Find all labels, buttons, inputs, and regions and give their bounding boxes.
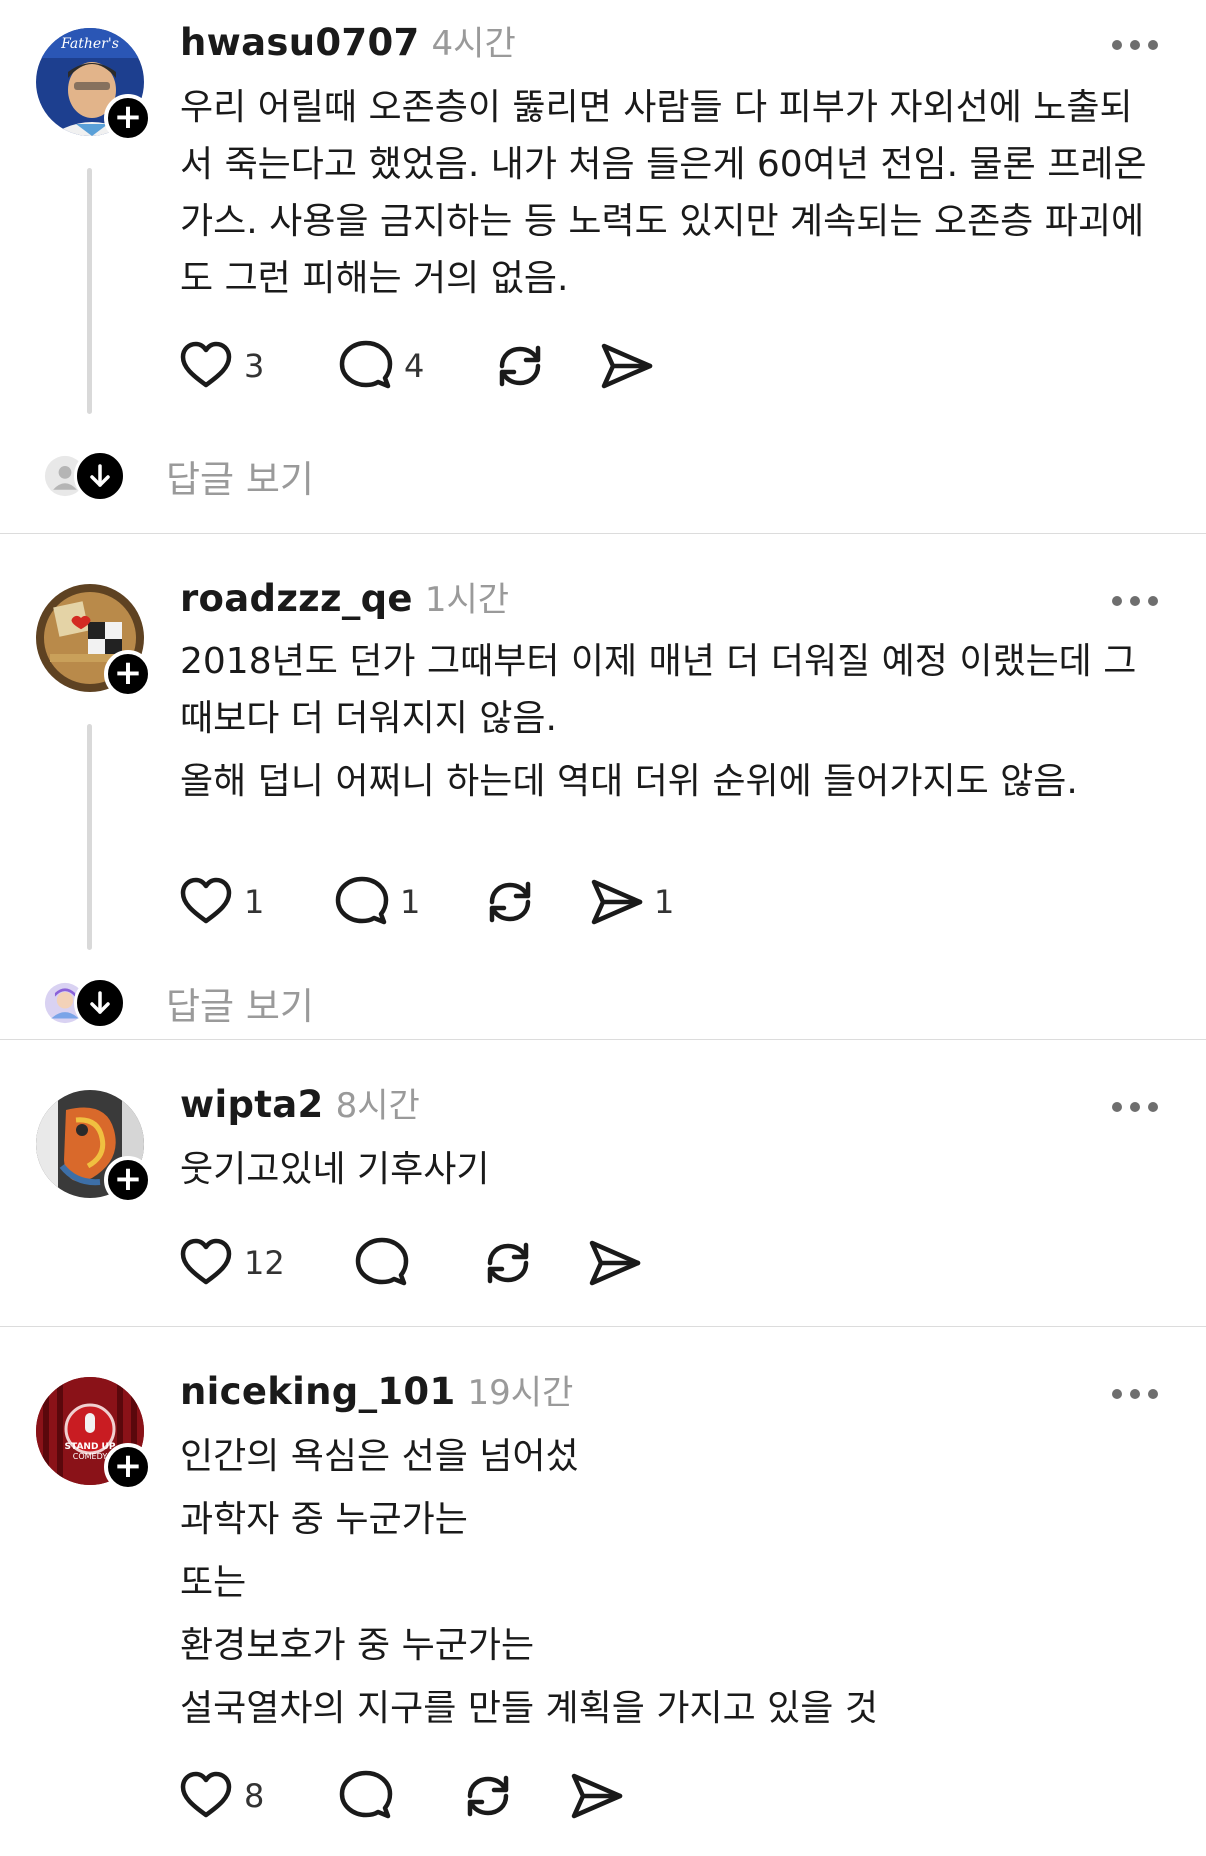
like-button[interactable]: 1 [176, 872, 264, 932]
more-icon[interactable] [1112, 593, 1158, 609]
follow-button[interactable]: + [104, 94, 152, 142]
text-line: 과학자 중 누군가는 [180, 1499, 468, 1540]
heart-icon [180, 341, 232, 388]
heart-icon [180, 1238, 232, 1285]
thread-line [87, 724, 92, 950]
comment-button[interactable] [336, 1766, 396, 1826]
text-line: 인간의 욕심은 선을 넘어섰 [180, 1436, 579, 1477]
post-header: niceking_101 19시간 [180, 1365, 573, 1415]
like-count: 3 [244, 347, 265, 385]
text-line: 우리 어릴때 오존층이 뚫리면 사람들 다 피부가 자외선에 노출되 [180, 87, 1133, 128]
username[interactable]: wipta2 [180, 1083, 324, 1126]
share-icon [601, 343, 653, 389]
post-niceking_101: STAND UP COMEDY + niceking_101 19시간 인간의 … [0, 1327, 1206, 1856]
arrow-down-icon [74, 977, 126, 1029]
arrow-down-icon [74, 450, 126, 502]
like-button[interactable]: 3 [176, 336, 264, 396]
text-line: 때보다 더 더워지지 않음. [180, 698, 557, 739]
heart-icon [180, 877, 232, 924]
comment-count: 4 [404, 347, 425, 385]
post-header: roadzzz_qe 1시간 [180, 572, 509, 622]
plus-icon: + [113, 1158, 143, 1199]
text-line: 설국열차의 지구를 만들 계획을 가지고 있을 것 [180, 1688, 878, 1729]
more-icon[interactable] [1112, 37, 1158, 53]
repost-button[interactable] [480, 872, 540, 932]
view-replies-label: 답글 보기 [166, 458, 314, 501]
comment-button[interactable]: 4 [336, 336, 424, 396]
timestamp: 8시간 [335, 1086, 420, 1126]
timestamp: 1시간 [424, 580, 510, 620]
view-replies[interactable]: 답글 보기 [42, 448, 314, 504]
text-line: 서 죽는다고 했었음. 내가 처음 들은게 60여년 전임. 물론 프레온 [180, 144, 1147, 185]
post-text: 웃기고있네 기후사기 [180, 1141, 1180, 1198]
comment-button[interactable] [352, 1233, 412, 1293]
repost-button[interactable] [458, 1766, 518, 1826]
comment-icon [339, 1770, 393, 1819]
like-count: 1 [244, 883, 265, 921]
like-button[interactable]: 12 [176, 1233, 285, 1293]
username[interactable]: niceking_101 [180, 1370, 456, 1413]
text-line: 가스. 사용을 금지하는 등 노력도 있지만 계속되는 오존층 파괴에 [180, 201, 1145, 242]
share-button[interactable] [596, 336, 664, 396]
username[interactable]: hwasu0707 [180, 21, 420, 64]
comment-icon [355, 1237, 409, 1286]
more-icon[interactable] [1112, 1099, 1158, 1115]
comment-count: 1 [400, 883, 421, 921]
repost-button[interactable] [490, 336, 550, 396]
timestamp: 19시간 [467, 1373, 574, 1413]
post-hwasu0707: Father's + hwasu0707 4시간 우리 어릴때 오존층이 뚫리면… [0, 0, 1206, 533]
view-replies[interactable]: 답글 보기 [42, 975, 314, 1031]
text-line: 도 그런 피해는 거의 없음. [180, 258, 569, 299]
plus-icon: + [113, 1445, 143, 1486]
timestamp: 4시간 [431, 24, 516, 64]
comment-icon [335, 876, 389, 925]
post-text: 우리 어릴때 오존층이 뚫리면 사람들 다 피부가 자외선에 노출되 서 죽는다… [180, 79, 1180, 307]
follow-button[interactable]: + [104, 1156, 152, 1204]
post-header: hwasu0707 4시간 [180, 16, 516, 66]
like-count: 12 [244, 1244, 285, 1282]
post-roadzzz_qe: + roadzzz_qe 1시간 2018년도 던가 그때부터 이제 매년 더 … [0, 534, 1206, 1039]
repost-icon [489, 881, 531, 923]
text-line: 또는 [180, 1562, 247, 1603]
post-header: wipta2 8시간 [180, 1078, 420, 1128]
heart-icon [180, 1771, 232, 1818]
plus-icon: + [113, 96, 143, 137]
share-button[interactable] [566, 1766, 626, 1826]
share-count: 1 [654, 883, 675, 921]
text-line: 웃기고있네 기후사기 [180, 1149, 490, 1190]
text-line: 환경보호가 중 누군가는 [180, 1625, 535, 1666]
text-line: 올해 덥니 어쩌니 하는데 역대 더위 순위에 들어가지도 않음. [180, 761, 1078, 802]
repost-icon [467, 1775, 509, 1817]
post-wipta2: + wipta2 8시간 웃기고있네 기후사기 12 [0, 1040, 1206, 1326]
repost-icon [499, 345, 541, 387]
more-icon[interactable] [1112, 1386, 1158, 1402]
share-button[interactable]: 1 [586, 872, 674, 932]
share-icon [589, 1240, 641, 1286]
plus-icon: + [113, 652, 143, 693]
share-icon [571, 1773, 623, 1819]
comment-button[interactable]: 1 [332, 872, 420, 932]
text-line: 2018년도 던가 그때부터 이제 매년 더 더워질 예정 이랬는데 그 [180, 641, 1137, 682]
follow-button[interactable]: + [104, 1443, 152, 1491]
repost-button[interactable] [478, 1233, 538, 1293]
thread-line [87, 168, 92, 414]
like-count: 8 [244, 1777, 265, 1815]
post-text: 2018년도 던가 그때부터 이제 매년 더 더워질 예정 이랬는데 그 때보다… [180, 633, 1180, 810]
repost-icon [487, 1242, 529, 1284]
like-button[interactable]: 8 [176, 1766, 264, 1826]
comment-icon [339, 340, 393, 389]
follow-button[interactable]: + [104, 650, 152, 698]
view-replies-label: 답글 보기 [166, 985, 314, 1028]
share-button[interactable] [584, 1233, 644, 1293]
svg-text:Father's: Father's [60, 36, 119, 52]
post-text: 인간의 욕심은 선을 넘어섰 과학자 중 누군가는 또는 환경보호가 중 누군가… [180, 1425, 1180, 1740]
svg-text:COMEDY: COMEDY [73, 1452, 108, 1461]
username[interactable]: roadzzz_qe [180, 577, 413, 620]
svg-text:STAND UP: STAND UP [65, 1442, 116, 1452]
share-icon [591, 879, 643, 925]
